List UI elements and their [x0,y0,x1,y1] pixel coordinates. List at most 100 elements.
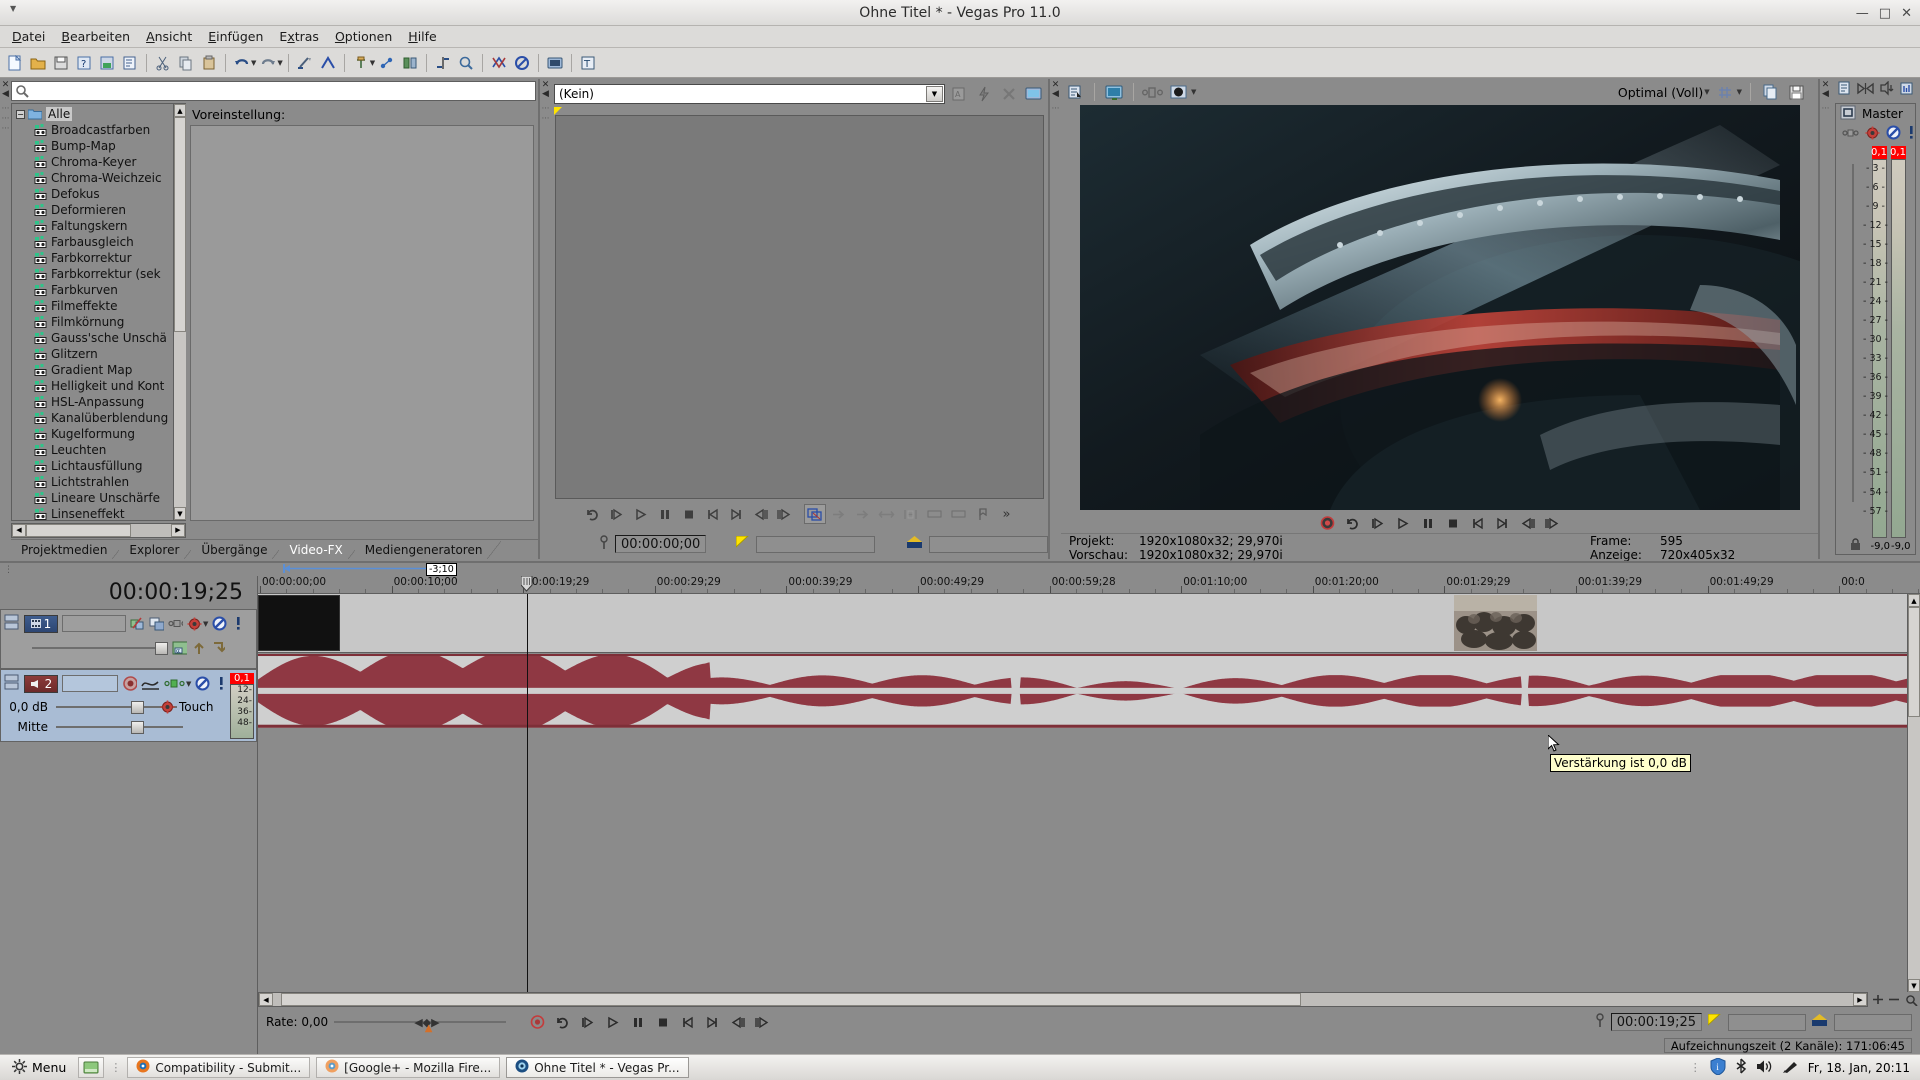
compositing-mode-icon[interactable] [149,616,164,632]
normal-edit-tool-icon[interactable] [350,52,372,74]
fx-search-input[interactable] [11,81,536,101]
video-track-lane[interactable] [258,594,1920,653]
track-fx-icon[interactable] [130,616,145,632]
scroll-track[interactable] [273,993,1853,1006]
mark-out-icon[interactable] [948,504,970,524]
preview-quality-label[interactable]: Optimal (Voll) [1618,85,1703,100]
close-button[interactable]: ✕ [1901,6,1912,21]
master-volume-fader[interactable] [1840,146,1866,538]
fx-item[interactable]: Glitzern [12,346,173,362]
fx-item[interactable]: Chroma-Weichzeic [12,170,173,186]
scroll-thumb[interactable] [26,523,131,537]
audio-out-icon[interactable] [1879,80,1894,99]
save-snapshot-to-file-icon[interactable] [1785,82,1807,102]
overlay-icon[interactable] [1168,82,1190,102]
track-1-number[interactable]: 1 [24,614,58,633]
menu-extras[interactable]: Extras [271,27,327,46]
copy-snapshot-to-clipboard-icon[interactable] [1759,82,1781,102]
track-header-video-1[interactable]: 1 ▼ α [0,609,257,669]
scroll-down-icon[interactable]: ▼ [174,507,186,520]
menu-optionen[interactable]: Optionen [327,27,400,46]
auto-ripple-icon[interactable] [317,52,339,74]
insert-text-media-icon[interactable]: T [577,52,599,74]
solo-icon[interactable] [214,676,229,692]
go-to-start-icon[interactable] [1466,513,1488,533]
grid-overlay-icon[interactable] [1714,82,1736,102]
timeline-cursor-timecode[interactable]: 00:00:19;25 [0,576,257,609]
go-to-end-icon[interactable] [726,504,748,524]
drag-dots[interactable]: ⋮⋮ [541,104,550,124]
undo-dropdown-icon[interactable]: ▼ [251,59,256,67]
make-compositing-child-icon[interactable] [191,640,206,656]
properties-icon[interactable] [119,52,141,74]
previous-frame-icon[interactable] [726,1012,748,1032]
automation-settings-icon[interactable] [187,616,202,632]
scroll-left-icon[interactable]: ◀ [12,523,26,537]
automation-dropdown-icon[interactable]: ▼ [203,620,208,628]
play-from-start-icon[interactable] [1366,513,1388,533]
channel-routing-icon[interactable] [1842,127,1859,142]
record-icon[interactable] [526,1012,548,1032]
taskbar-item-2[interactable]: Ohne Titel * - Vegas Pr... [506,1057,689,1078]
video-event-thumbnail[interactable] [1454,595,1537,651]
record-icon[interactable] [1316,513,1338,533]
fx-item[interactable]: Linseneffekt [12,506,173,520]
overlay-dropdown-icon[interactable]: ▼ [1191,88,1196,96]
stop-icon[interactable] [1441,513,1463,533]
video-event-black[interactable] [258,595,340,651]
project-properties-icon[interactable]: ? [73,52,95,74]
preview-on-external-monitor-icon[interactable] [1103,82,1125,102]
fx-item[interactable]: Defokus [12,186,173,202]
pause-icon[interactable] [654,504,676,524]
scroll-thumb[interactable] [281,993,1301,1006]
add-media-to-timeline-icon[interactable] [828,504,850,524]
panel-dock-grip[interactable]: ✕ ◀ ⋮ [1050,79,1061,559]
track-2-pan-slider[interactable] [56,720,183,734]
open-project-icon[interactable] [27,52,49,74]
redo-dropdown-icon[interactable]: ▼ [277,59,282,67]
solo-icon[interactable] [231,616,246,632]
loop-playback-icon[interactable] [582,504,604,524]
trimmer-out-field[interactable] [929,535,1048,553]
automation-settings-icon[interactable] [160,699,175,715]
maximize-button[interactable]: □ [1879,6,1891,21]
paste-icon[interactable] [198,52,220,74]
drag-dots[interactable]: ⋮ [1821,104,1830,114]
fx-item[interactable]: Leuchten [12,442,173,458]
fx-item[interactable]: Filmkörnung [12,314,173,330]
enable-snapping-icon[interactable] [294,52,316,74]
go-to-end-icon[interactable] [1491,513,1513,533]
minimize-track-icon[interactable] [4,613,20,634]
zoom-edit-tool-icon[interactable] [432,52,454,74]
save-project-icon[interactable] [50,52,72,74]
fx-item[interactable]: Farbkorrektur [12,250,173,266]
scroll-up-icon[interactable]: ▲ [174,104,186,117]
tab-projektmedien[interactable]: Projektmedien [11,541,127,559]
panel-dock-grip[interactable]: ✕ ◀ ⋮⋮ [540,79,551,559]
caret-down-icon[interactable]: ▼ [10,4,16,13]
menu-bearbeiten[interactable]: Bearbeiten [53,27,138,46]
fx-item[interactable]: Broadcastfarben [12,122,173,138]
scroll-down-icon[interactable]: ▼ [1908,979,1920,992]
zoom-tool-icon[interactable] [1902,993,1920,1007]
undo-icon[interactable] [231,52,253,74]
solo-icon[interactable] [1907,125,1916,143]
panel-dock-grip[interactable]: ✕ ◀ ⋮⋮⋮ [0,79,11,559]
info-icon[interactable]: i [1710,1056,1726,1078]
pause-icon[interactable] [1416,513,1438,533]
track-2-name-field[interactable] [62,675,118,692]
panel-collapse-icon[interactable]: ◀ [1822,90,1829,99]
play-from-start-icon[interactable] [576,1012,598,1032]
render-as-icon[interactable] [96,52,118,74]
go-to-end-icon[interactable] [701,1012,723,1032]
split-screen-view-icon[interactable] [1142,82,1164,102]
bluetooth-icon[interactable] [1735,1058,1747,1077]
remove-icon[interactable] [998,84,1020,104]
trimmer-timecode[interactable]: 00:00:00;00 [615,535,707,553]
channel-routing-icon[interactable] [164,676,185,692]
media-properties-icon[interactable]: A [948,84,970,104]
scroll-up-icon[interactable]: ▲ [1908,594,1920,607]
project-video-properties-icon[interactable] [1064,82,1086,102]
tab-explorer[interactable]: Explorer [119,541,199,559]
next-frame-icon[interactable] [774,504,796,524]
